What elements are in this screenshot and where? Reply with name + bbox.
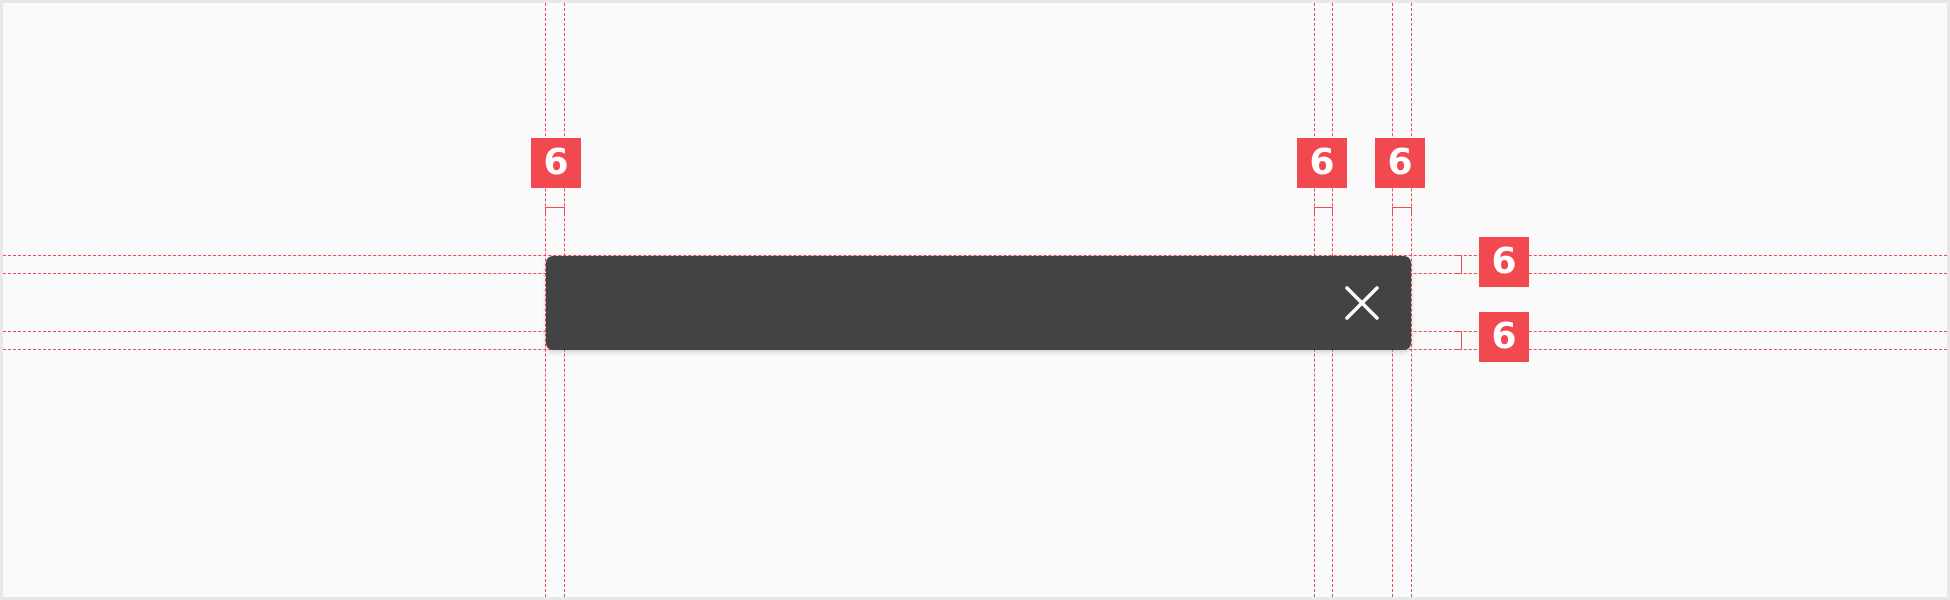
badge-icon-left-padding-value: 6 [1309, 142, 1335, 183]
bracket-left-padding [545, 207, 565, 214]
badge-top-padding: 6 [1479, 237, 1529, 287]
bracket-top-padding [1455, 255, 1462, 274]
spec-canvas: 6 6 6 6 6 [0, 0, 1950, 600]
badge-icon-right-padding-value: 6 [1387, 142, 1413, 183]
badge-icon-left-padding: 6 [1297, 138, 1347, 188]
bracket-bottom-padding [1455, 331, 1462, 350]
snackbar-close-button[interactable] [1334, 273, 1390, 333]
badge-icon-right-padding: 6 [1375, 138, 1425, 188]
badge-bottom-padding-value: 6 [1491, 316, 1517, 357]
guide-snackbar-right [1411, 3, 1412, 597]
bracket-icon-right-padding [1392, 207, 1412, 214]
bracket-icon-left-padding [1314, 207, 1333, 214]
snackbar [546, 256, 1411, 350]
badge-left-padding-value: 6 [543, 142, 569, 183]
close-icon [1345, 286, 1379, 320]
badge-top-padding-value: 6 [1491, 241, 1517, 282]
badge-bottom-padding: 6 [1479, 312, 1529, 362]
badge-left-padding: 6 [531, 138, 581, 188]
